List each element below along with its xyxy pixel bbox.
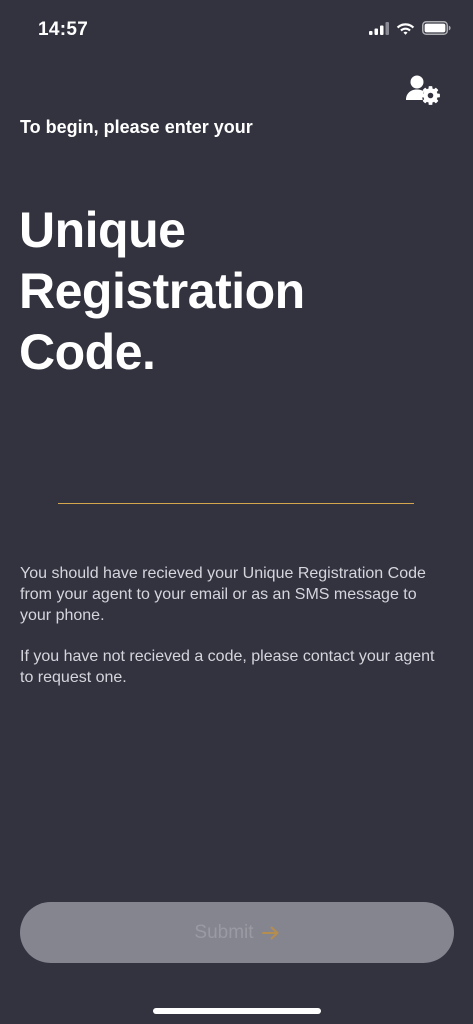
arrow-right-icon	[261, 926, 279, 939]
page-title-line-3: Code.	[19, 324, 156, 380]
status-icons	[369, 21, 451, 35]
page-title: Unique Registration Code.	[19, 200, 439, 383]
profile-settings-button[interactable]	[404, 74, 440, 106]
submit-button[interactable]: Submit	[20, 902, 454, 963]
info-paragraph-1: You should have recieved your Unique Reg…	[20, 565, 426, 624]
battery-icon	[422, 21, 451, 35]
submit-button-label: Submit	[194, 921, 254, 943]
status-time: 14:57	[38, 19, 89, 40]
cellular-signal-icon	[369, 21, 389, 35]
home-indicator	[153, 1008, 321, 1014]
status-bar: 14:57	[0, 0, 473, 56]
page-title-line-2: Registration	[19, 263, 305, 319]
info-paragraph-2: If you have not recieved a code, please …	[20, 648, 435, 686]
user-settings-icon	[406, 75, 440, 105]
intro-text: To begin, please enter your	[20, 117, 253, 137]
page-title-line-1: Unique	[19, 202, 186, 258]
registration-code-input[interactable]	[58, 462, 414, 504]
wifi-icon	[396, 23, 415, 35]
